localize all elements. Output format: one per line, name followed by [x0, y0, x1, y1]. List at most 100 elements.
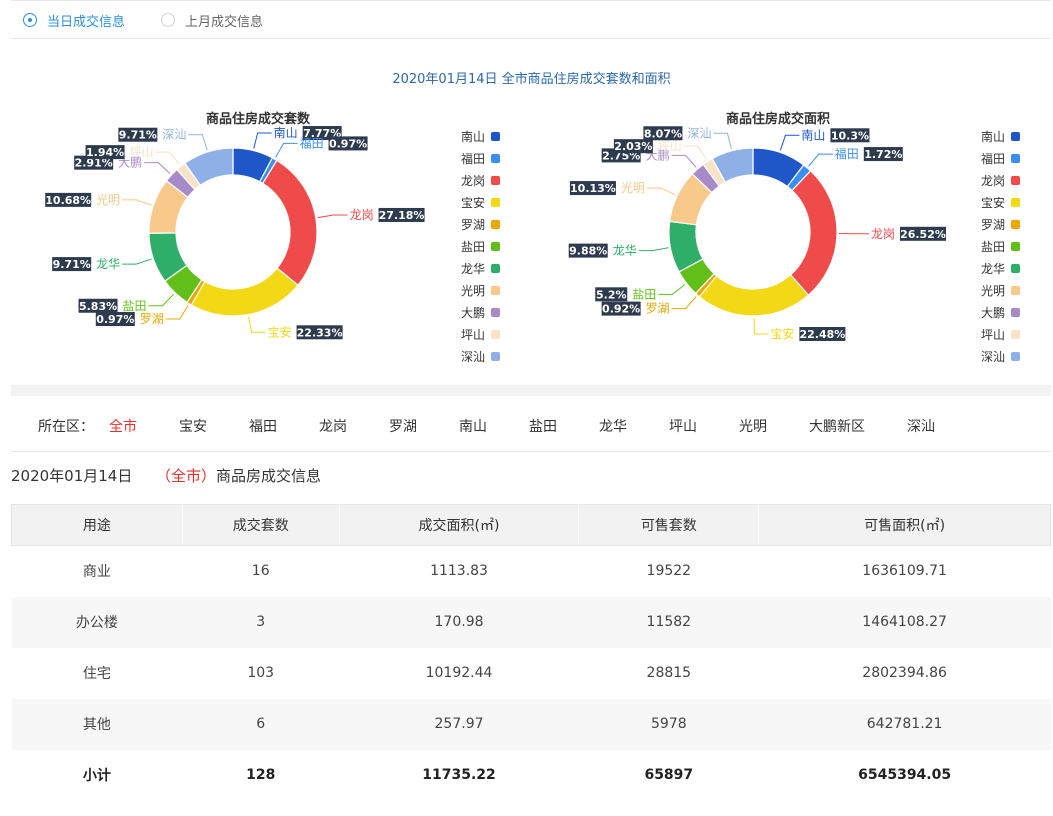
slice-value-label: 10.13%	[570, 182, 616, 195]
slice-name-label: 福田	[835, 146, 859, 161]
legend-label[interactable]: 深汕	[461, 350, 485, 364]
legend-swatch[interactable]	[1011, 220, 1020, 229]
slice-name-label: 坪山	[658, 139, 682, 153]
table-cell: 住宅	[82, 666, 111, 682]
legend-label[interactable]: 福田	[461, 151, 485, 166]
legend-label[interactable]: 宝安	[981, 195, 1005, 210]
legend-swatch[interactable]	[1011, 330, 1020, 339]
district-longhua[interactable]: 龙华	[599, 416, 627, 436]
slice-name-label: 罗湖	[646, 301, 670, 316]
slice-value-label: 5.83%	[79, 300, 117, 313]
table-cell: 10192.44	[425, 665, 493, 681]
legend-label[interactable]: 宝安	[461, 195, 485, 210]
legend-label[interactable]: 光明	[461, 284, 485, 298]
district-dapeng[interactable]: 大鹏新区	[809, 416, 865, 436]
slice-name-label: 盐田	[123, 299, 147, 313]
legend-label[interactable]: 南山	[461, 129, 485, 144]
legend-swatch[interactable]	[491, 308, 500, 317]
leader-line	[188, 134, 208, 151]
legend-label[interactable]: 深汕	[981, 350, 1005, 364]
chart-title: 商品住房成交套数	[206, 111, 311, 127]
district-nanshan[interactable]: 南山	[459, 416, 487, 436]
legend-label[interactable]: 大鹏	[461, 306, 485, 320]
district-longgang[interactable]: 龙岗	[319, 416, 347, 436]
legend-swatch[interactable]	[491, 176, 500, 185]
legend-swatch[interactable]	[1011, 242, 1020, 251]
info-district: 全市	[170, 467, 201, 485]
district-yantian[interactable]: 盐田	[529, 416, 557, 436]
table-cell: 1464108.27	[758, 596, 1051, 648]
table-cell: 商业	[82, 564, 111, 581]
legend-swatch[interactable]	[491, 242, 500, 251]
table-cell: 257.97	[339, 698, 579, 750]
table-cell: 其他	[11, 698, 183, 750]
legend-label[interactable]: 坪山	[461, 328, 485, 342]
legend-swatch[interactable]	[491, 330, 500, 339]
slice-name-label: 龙华	[96, 257, 120, 271]
table-cell: 170.98	[339, 596, 579, 648]
table-cell: 16	[251, 563, 270, 580]
legend-swatch[interactable]	[491, 132, 500, 141]
table-cell: 28815	[646, 665, 692, 681]
leader-line	[155, 151, 180, 165]
slice-name-label: 坪山	[130, 145, 154, 159]
slice-name-label: 深汕	[162, 128, 186, 142]
leader-line	[658, 284, 686, 295]
legend-swatch[interactable]	[491, 286, 500, 295]
district-guangming[interactable]: 光明	[739, 416, 767, 436]
legend-swatch[interactable]	[491, 198, 500, 207]
radio-today[interactable]: 当日成交信息	[23, 11, 125, 30]
legend-swatch[interactable]	[1011, 286, 1020, 295]
legend-swatch[interactable]	[1011, 154, 1020, 163]
legend-swatch[interactable]	[1011, 308, 1020, 317]
legend-label[interactable]: 龙岗	[461, 174, 485, 188]
legend-label[interactable]: 坪山	[981, 328, 1005, 342]
radio-month[interactable]: 上月成交信息	[161, 11, 263, 30]
legend-swatch[interactable]	[1011, 176, 1020, 185]
legend-label[interactable]: 光明	[981, 284, 1005, 298]
legend-label[interactable]: 罗湖	[461, 217, 485, 232]
district-futian[interactable]: 福田	[249, 416, 277, 436]
legend-label[interactable]: 盐田	[981, 240, 1005, 254]
slice-value-label: 5.2%	[596, 288, 627, 301]
district-pingshan[interactable]: 坪山	[669, 416, 697, 436]
table-cell: 5978	[578, 698, 759, 750]
donut-chart-2: 商品住房成交面积南山 10.3% 福田 1.72% 龙岗 26.52% 宝安 22.48% 罗湖…	[568, 111, 1020, 364]
district-luohu[interactable]: 罗湖	[389, 416, 417, 436]
legend-label[interactable]: 盐田	[461, 240, 485, 254]
legend-label[interactable]: 龙华	[981, 262, 1005, 276]
district-baoan[interactable]: 宝安	[179, 416, 207, 436]
pie-slice-龙岗[interactable]	[789, 169, 838, 296]
pie-slice-宝安[interactable]	[698, 274, 810, 317]
legend-swatch[interactable]	[1011, 132, 1020, 141]
legend-label[interactable]: 大鹏	[981, 306, 1005, 320]
legend-swatch[interactable]	[491, 154, 500, 163]
table-row: 住宅 103 10192.44 28815 2802394.86	[12, 648, 1051, 699]
legend-label[interactable]: 龙岗	[981, 174, 1005, 188]
pie-slice-龙岗[interactable]	[261, 159, 318, 287]
col-header-usage: 用途	[11, 504, 183, 546]
leader-line	[144, 162, 171, 174]
legend-label[interactable]: 福田	[981, 151, 1005, 166]
slice-value-label: 10.3%	[831, 129, 869, 142]
district-shenshan[interactable]: 深汕	[907, 416, 935, 436]
legend-label[interactable]: 龙华	[461, 262, 485, 276]
col-header-available-area: 可售面积(㎡)	[758, 504, 1051, 546]
legend-swatch[interactable]	[1011, 198, 1020, 207]
legend-swatch[interactable]	[1011, 352, 1020, 361]
legend-swatch[interactable]	[491, 352, 500, 361]
legend-swatch[interactable]	[491, 220, 500, 229]
slice-value-label: 2.03%	[614, 140, 652, 153]
district-all[interactable]: 全市	[109, 416, 137, 436]
table-cell: 19522	[646, 563, 692, 580]
legend-swatch[interactable]	[1011, 264, 1020, 273]
leader-line	[713, 132, 732, 149]
table-row: 办公楼 3 170.98 11582 1464108.27	[11, 596, 1051, 648]
slice-name-label: 宝安	[770, 326, 794, 341]
legend-label[interactable]: 南山	[981, 129, 1005, 144]
district-filter-label: 所在区：	[38, 419, 94, 435]
legend-label[interactable]: 罗湖	[981, 217, 1005, 232]
pie-slice-宝安[interactable]	[190, 267, 299, 317]
slice-value-label: 22.48%	[799, 328, 845, 341]
legend-swatch[interactable]	[491, 264, 500, 273]
